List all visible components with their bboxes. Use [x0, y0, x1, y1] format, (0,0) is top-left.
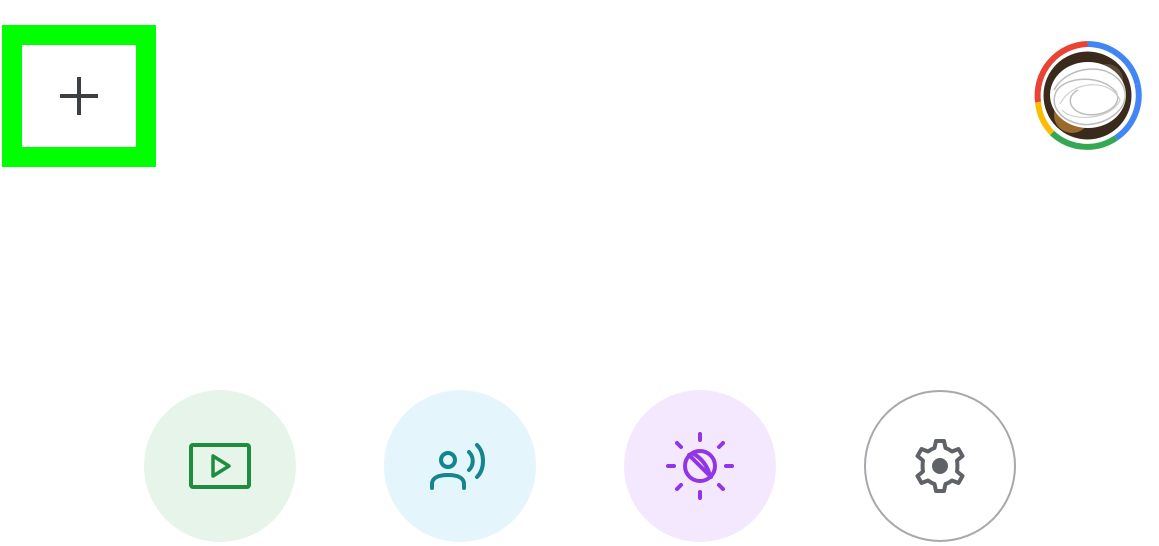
gear-icon	[915, 439, 965, 493]
account-avatar-button[interactable]	[1032, 40, 1143, 151]
sun-moon-icon	[666, 432, 734, 500]
play-screen-icon	[189, 443, 251, 489]
plus-icon	[60, 77, 98, 115]
voice-shortcut-button[interactable]	[384, 390, 536, 542]
add-button[interactable]	[2, 25, 156, 167]
media-shortcut-button[interactable]	[144, 390, 296, 542]
avatar	[1034, 41, 1142, 150]
settings-shortcut-button[interactable]	[864, 390, 1016, 542]
shortcut-row	[0, 390, 1159, 544]
ambient-shortcut-button[interactable]	[624, 390, 776, 542]
voice-person-icon	[430, 443, 485, 490]
